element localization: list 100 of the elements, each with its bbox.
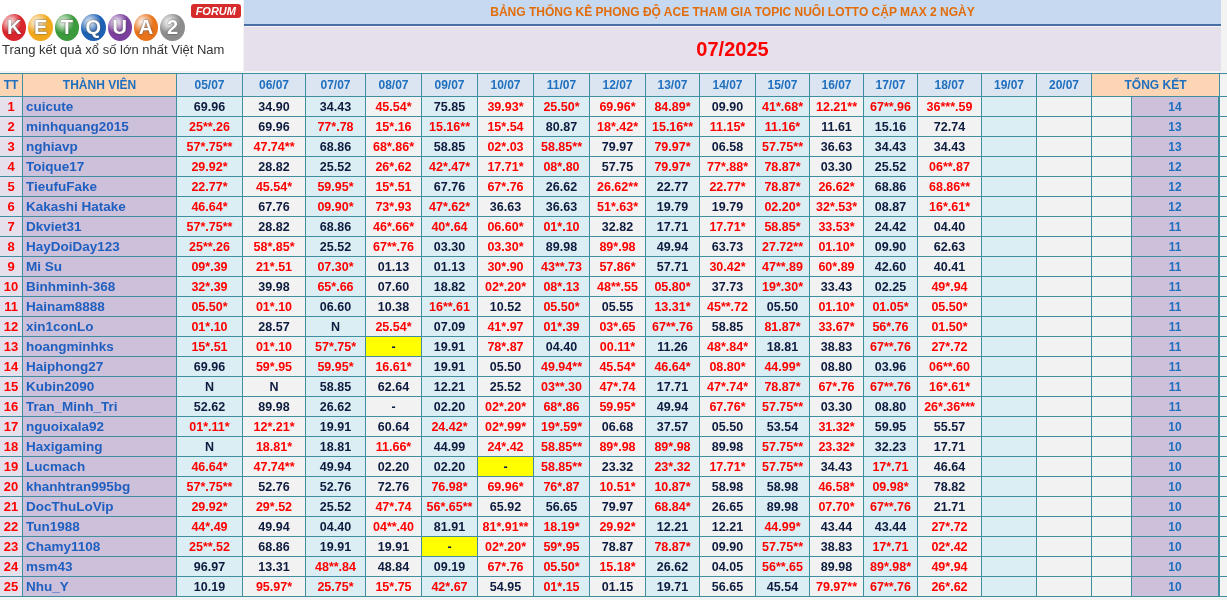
row-number: 21	[0, 497, 23, 516]
member-name: Nhu_Y	[23, 577, 177, 596]
column-header: 20/07	[1037, 74, 1092, 96]
member-name: HayDoiDay123	[23, 237, 177, 256]
total-cell: 11	[1132, 257, 1220, 276]
member-name: DocThuLoVip	[23, 497, 177, 516]
table-cell: 78.87*	[646, 537, 700, 556]
total-cell: 11	[1132, 297, 1220, 316]
table-cell: 15.16**	[646, 117, 700, 136]
table-cell: 09.19	[422, 557, 478, 576]
total-cell: 11	[1132, 237, 1220, 256]
table-cell: 02.20	[422, 397, 478, 416]
table-cell: 41*.68*	[756, 97, 810, 116]
sheet-title: BẢNG THỐNG KÊ PHONG ĐỘ ACE THAM GIA TOPIC NUÔI LOTTO CẶP MAX 2 NGÀY	[244, 0, 1221, 26]
table-cell: 17.71	[646, 217, 700, 236]
row-number: 6	[0, 197, 23, 216]
table-cell: 19*.59*	[534, 417, 590, 436]
logo-letter: T	[54, 14, 80, 41]
table-cell: 89*.98*	[864, 557, 918, 576]
member-name: Chamy1108	[23, 537, 177, 556]
table-cell: 68.84*	[646, 497, 700, 516]
table-cell: 01*.11*	[177, 417, 243, 436]
row-number: 24	[0, 557, 23, 576]
total-cell: 10	[1132, 577, 1220, 596]
table-cell: 81.91	[422, 517, 478, 536]
table-cell: 01*.39	[534, 317, 590, 336]
table-cell: 05.80*	[646, 277, 700, 296]
table-cell: 34.43	[306, 97, 366, 116]
total-cell: 14	[1132, 97, 1220, 116]
member-name: Tun1988	[23, 517, 177, 536]
table-cell: 44.99	[422, 437, 478, 456]
table-cell: 18.82	[422, 277, 478, 296]
table-cell: 58.85	[422, 137, 478, 156]
table-cell: 06.60	[306, 297, 366, 316]
table-cell: 22.77*	[177, 177, 243, 196]
table-cell: 09.90	[864, 237, 918, 256]
table-cell: 49.94	[646, 237, 700, 256]
table-cell: 42*.67	[422, 577, 478, 596]
table-cell: 15.16	[864, 117, 918, 136]
table-cell: 58.85	[306, 377, 366, 396]
table-cell: 59*.95	[534, 537, 590, 556]
row-number: 4	[0, 157, 23, 176]
table-cell: 57.75**	[756, 537, 810, 556]
total-cell: 12	[1132, 197, 1220, 216]
table-cell: 13.31*	[646, 297, 700, 316]
row-number: 18	[0, 437, 23, 456]
table-cell: 76*.87	[534, 477, 590, 496]
table-cell: -	[366, 337, 422, 356]
table-cell: 79.97*	[646, 137, 700, 156]
column-header: 16/07	[810, 74, 864, 96]
table-cell: 22.77	[646, 177, 700, 196]
table-cell: 58.98	[756, 477, 810, 496]
table-cell: 56**.65	[756, 557, 810, 576]
table-cell: 19.91	[306, 417, 366, 436]
table-cell: 76.98*	[422, 477, 478, 496]
table-cell: 44*.49	[177, 517, 243, 536]
row-number: 17	[0, 417, 23, 436]
table-cell: 77*.78	[306, 117, 366, 136]
table-cell: 46.64*	[177, 457, 243, 476]
table-cell: 57*.75*	[306, 337, 366, 356]
column-header: 07/07	[306, 74, 366, 96]
table-cell: 58.85*	[756, 217, 810, 236]
table-cell: 78.87*	[756, 377, 810, 396]
table-cell: 49.94	[646, 397, 700, 416]
total-cell: 11	[1132, 377, 1220, 396]
table-cell: 59.95*	[306, 357, 366, 376]
table-cell: 08.87	[864, 197, 918, 216]
table-cell: 84.89*	[646, 97, 700, 116]
row-number: 20	[0, 477, 23, 496]
row-number: 3	[0, 137, 23, 156]
total-cell: 10	[1132, 477, 1220, 496]
table-cell: 09.90*	[306, 197, 366, 216]
table-cell: -	[478, 457, 534, 476]
row-number: 13	[0, 337, 23, 356]
member-name: TieufuFake	[23, 177, 177, 196]
table-cell: 78.87*	[756, 157, 810, 176]
column-header: 17/07	[864, 74, 918, 96]
table-cell: 32*.39	[177, 277, 243, 296]
table-cell: 19.91	[306, 537, 366, 556]
column-header: 18/07	[918, 74, 982, 96]
table-cell: 59.95	[864, 417, 918, 436]
table-cell: 08.80	[864, 397, 918, 416]
table-cell: 46.64*	[646, 357, 700, 376]
member-name: cuicute	[23, 97, 177, 116]
table-cell: 67**.96	[864, 97, 918, 116]
table-cell: 67.76	[422, 177, 478, 196]
member-name: Toique17	[23, 157, 177, 176]
table-cell: 56.65	[534, 497, 590, 516]
total-cell: 12	[1132, 157, 1220, 176]
table-cell: 42.60	[864, 257, 918, 276]
table-cell: 09*.39	[177, 257, 243, 276]
table-cell: 07.30*	[306, 257, 366, 276]
table-cell: 40*.64	[422, 217, 478, 236]
table-cell: N	[177, 437, 243, 456]
period-title: 07/2025	[244, 27, 1221, 71]
table-cell: 47**.89	[756, 257, 810, 276]
logo-letter: K	[2, 14, 27, 41]
table-cell: 46.64*	[177, 197, 243, 216]
table-cell: 56*.65**	[422, 497, 478, 516]
row-number: 7	[0, 217, 23, 236]
